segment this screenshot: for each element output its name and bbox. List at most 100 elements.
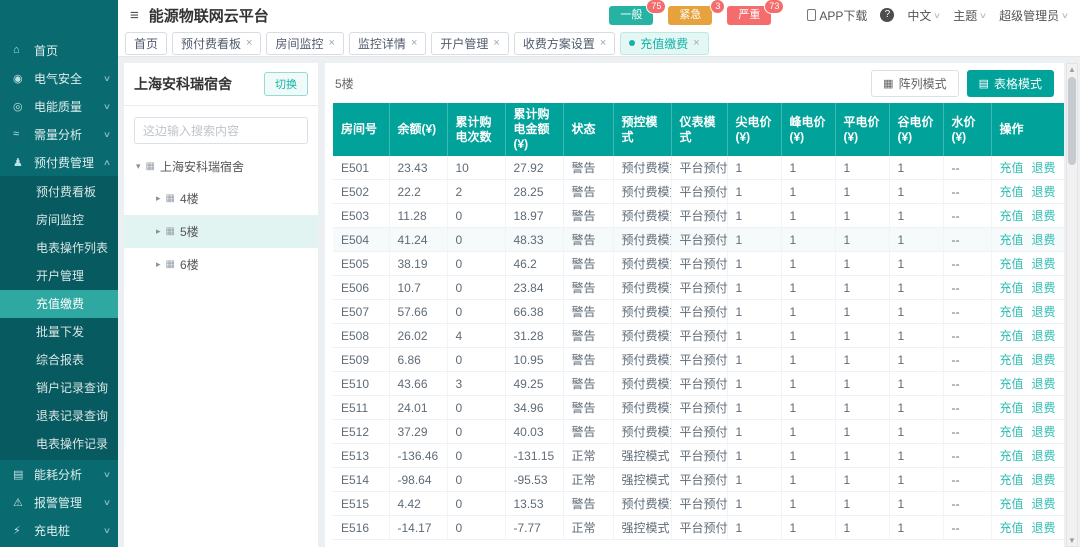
tab[interactable]: 开户管理× [431, 32, 508, 55]
hamburger-menu-icon[interactable]: ≡ [130, 7, 139, 24]
cell: 平台预付费 [671, 420, 727, 444]
alarm-badge[interactable]: 严重73 [727, 6, 771, 25]
refund-link[interactable]: 退费 [1032, 377, 1056, 391]
recharge-link[interactable]: 充值 [1000, 449, 1024, 463]
vertical-scrollbar[interactable]: ▲ ▼ [1066, 63, 1078, 547]
sidebar-subitem[interactable]: 退表记录查询 [0, 402, 118, 430]
sidebar-subitem[interactable]: 综合报表 [0, 346, 118, 374]
tab[interactable]: 充值缴费× [620, 32, 708, 55]
chevron-down-icon: ∨ [103, 498, 111, 507]
scrollbar-down-arrow-icon[interactable]: ▼ [1068, 535, 1076, 546]
refund-link[interactable]: 退费 [1032, 209, 1056, 223]
recharge-link[interactable]: 充值 [1000, 209, 1024, 223]
cell: 警告 [563, 348, 613, 372]
alarm-badge[interactable]: 紧急3 [668, 6, 712, 25]
sidebar-item[interactable]: ⚡充电桩∨ [0, 516, 118, 544]
scrollbar-up-arrow-icon[interactable]: ▲ [1068, 64, 1076, 75]
refund-link[interactable]: 退费 [1032, 185, 1056, 199]
cell: -- [943, 204, 991, 228]
tab[interactable]: 监控详情× [349, 32, 426, 55]
refund-link[interactable]: 退费 [1032, 233, 1056, 247]
table-mode-button[interactable]: ▤表格模式 [967, 70, 1054, 97]
tab[interactable]: 房间监控× [266, 32, 343, 55]
cell: 1 [889, 228, 943, 252]
sidebar-subitem[interactable]: 销户记录查询 [0, 374, 118, 402]
close-icon[interactable]: × [411, 38, 417, 49]
recharge-link[interactable]: 充值 [1000, 185, 1024, 199]
sidebar-item[interactable]: ⚠报警管理∨ [0, 488, 118, 516]
recharge-link[interactable]: 充值 [1000, 161, 1024, 175]
refund-link[interactable]: 退费 [1032, 305, 1056, 319]
sidebar-subitem[interactable]: 电表操作列表 [0, 234, 118, 262]
tree-node[interactable]: ▸▦5楼 [124, 215, 318, 248]
sidebar-subitem[interactable]: 批量下发 [0, 318, 118, 346]
recharge-link[interactable]: 充值 [1000, 473, 1024, 487]
recharge-link[interactable]: 充值 [1000, 329, 1024, 343]
close-icon[interactable]: × [246, 38, 252, 49]
sidebar-subitem[interactable]: 预付费看板 [0, 178, 118, 206]
alarm-badge[interactable]: 一般75 [609, 6, 653, 25]
refund-link[interactable]: 退费 [1032, 329, 1056, 343]
grid-mode-button[interactable]: ▦阵列模式 [871, 70, 958, 97]
scrollbar-thumb[interactable] [1068, 77, 1076, 165]
cell: E502 [333, 180, 389, 204]
close-icon[interactable]: × [600, 38, 606, 49]
sidebar-subitem[interactable]: 开户管理 [0, 262, 118, 290]
recharge-link[interactable]: 充值 [1000, 353, 1024, 367]
tab-bar: 首页预付费看板×房间监控× 监控详情×开户管理× 收费方案设置×充值缴费× [118, 30, 1080, 57]
refund-link[interactable]: 退费 [1032, 281, 1056, 295]
cell: -7.77 [505, 516, 563, 540]
sidebar-subitem[interactable]: 电表操作记录 [0, 430, 118, 458]
building-title: 上海安科瑞宿舍 [134, 74, 232, 94]
refund-link[interactable]: 退费 [1032, 497, 1056, 511]
recharge-link[interactable]: 充值 [1000, 305, 1024, 319]
cell: 0 [447, 276, 505, 300]
refund-link[interactable]: 退费 [1032, 521, 1056, 535]
refund-link[interactable]: 退费 [1032, 257, 1056, 271]
refund-link[interactable]: 退费 [1032, 401, 1056, 415]
sidebar-item[interactable]: ◉电气安全∨ [0, 64, 118, 92]
recharge-link[interactable]: 充值 [1000, 377, 1024, 391]
tree-node[interactable]: ▸▦6楼 [124, 248, 318, 281]
user-menu[interactable]: 超级管理员 ∨ [999, 7, 1068, 24]
sidebar-item[interactable]: ▤能耗分析∨ [0, 460, 118, 488]
refund-link[interactable]: 退费 [1032, 473, 1056, 487]
recharge-link[interactable]: 充值 [1000, 497, 1024, 511]
sidebar-item[interactable]: ≈需量分析∨ [0, 120, 118, 148]
cell: 4.42 [389, 492, 447, 516]
app-download-link[interactable]: APP下载 [807, 7, 867, 24]
refund-link[interactable]: 退费 [1032, 425, 1056, 439]
tree-node[interactable]: ▸▦4楼 [124, 182, 318, 215]
tree-search-input[interactable] [134, 117, 308, 144]
refund-link[interactable]: 退费 [1032, 449, 1056, 463]
close-icon[interactable]: × [328, 38, 334, 49]
grid-icon: ▦ [883, 77, 893, 90]
recharge-link[interactable]: 充值 [1000, 281, 1024, 295]
power-quality-icon: ◎ [13, 100, 27, 113]
switch-building-button[interactable]: 切换 [264, 72, 308, 96]
close-icon[interactable]: × [493, 38, 499, 49]
refund-link[interactable]: 退费 [1032, 161, 1056, 175]
table-row: E51043.66349.25警告预付费模式平台预付费1111--充值退费 [333, 372, 1064, 396]
tab[interactable]: 收费方案设置× [514, 32, 615, 55]
recharge-link[interactable]: 充值 [1000, 425, 1024, 439]
tab[interactable]: 首页 [125, 32, 167, 55]
help-icon[interactable]: ? [880, 8, 894, 22]
tab[interactable]: 预付费看板× [172, 32, 261, 55]
recharge-link[interactable]: 充值 [1000, 521, 1024, 535]
recharge-link[interactable]: 充值 [1000, 233, 1024, 247]
language-selector[interactable]: 中文 ∨ [907, 7, 940, 24]
tree-root-node[interactable]: ▾ ▦ 上海安科瑞宿舍 [124, 150, 318, 182]
sidebar-item[interactable]: ♟预付费管理∧ [0, 148, 118, 176]
close-icon[interactable]: × [693, 38, 699, 49]
theme-selector[interactable]: 主题 ∨ [953, 7, 986, 24]
recharge-link[interactable]: 充值 [1000, 401, 1024, 415]
sidebar-item[interactable]: ⌂首页 [0, 36, 118, 64]
sidebar-subitem[interactable]: 充值缴费 [0, 290, 118, 318]
cell: -95.53 [505, 468, 563, 492]
refund-link[interactable]: 退费 [1032, 353, 1056, 367]
sidebar-item[interactable]: ◎电能质量∨ [0, 92, 118, 120]
recharge-link[interactable]: 充值 [1000, 257, 1024, 271]
sidebar-subitem[interactable]: 房间监控 [0, 206, 118, 234]
cell: 1 [781, 396, 835, 420]
